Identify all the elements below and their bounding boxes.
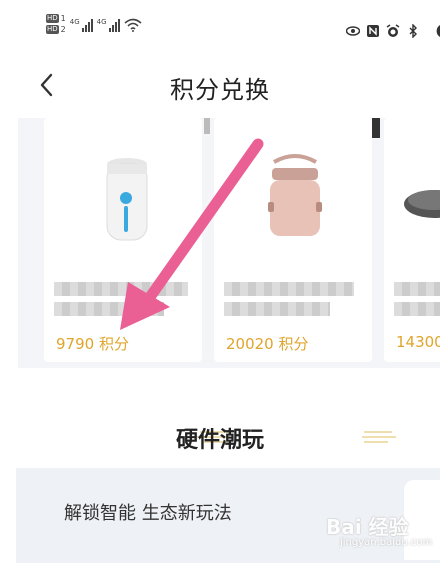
product-card[interactable]: 14300 — [384, 118, 440, 362]
product-card[interactable]: 9790 积分 — [44, 118, 202, 362]
product-carousel[interactable]: 9790 积分 20020 积分 14300 — [18, 118, 440, 368]
carousel-divider — [372, 118, 380, 138]
page-title: 积分兑换 — [170, 76, 270, 104]
product-name-blurred — [224, 282, 354, 296]
air-purifier-image — [106, 158, 148, 241]
lunch-box-image — [268, 154, 322, 236]
wifi-icon — [124, 18, 142, 32]
status-bar: HD 1 HD 2 4G 4G — [0, 0, 440, 52]
banner-text: 解锁智能 生态新玩法 — [64, 503, 232, 524]
eye-icon — [346, 26, 360, 36]
nfc-icon — [367, 25, 379, 37]
alarm-icon — [386, 24, 400, 37]
signal-icon-2: 4G — [97, 18, 120, 32]
hd-num: 1 — [60, 14, 66, 23]
product-name-blurred — [54, 282, 188, 296]
watermark-subtext: jingyan.baidu.com — [340, 537, 433, 548]
product-price: 14300 — [396, 333, 440, 351]
signal-label: 4G — [69, 18, 80, 26]
carousel-divider — [204, 118, 210, 134]
product-name-blurred — [54, 302, 164, 316]
wok-image — [404, 190, 440, 218]
hd-label: HD — [46, 14, 59, 23]
section-heading: 硬件潮玩 — [0, 420, 440, 456]
hd-badge-2: HD 2 — [46, 25, 66, 34]
product-name-blurred — [224, 302, 330, 316]
battery-icon — [436, 25, 440, 37]
product-name-blurred — [394, 282, 440, 296]
page-header: 积分兑换 — [0, 60, 440, 110]
decor-lines-right — [362, 431, 396, 443]
hd-badge-1: HD 1 — [46, 14, 66, 23]
product-price: 20020 积分 — [226, 335, 309, 353]
product-name-blurred — [394, 302, 440, 316]
signal-icon-1: 4G — [70, 18, 93, 32]
watermark-text: Bai 经验 — [326, 515, 409, 539]
bluetooth-icon — [409, 24, 417, 38]
product-card[interactable]: 20020 积分 — [214, 118, 372, 362]
product-price: 9790 积分 — [56, 335, 129, 353]
status-right — [346, 24, 440, 38]
hd-num: 2 — [60, 25, 66, 34]
signal-label: 4G — [96, 18, 107, 26]
hd-badges: HD 1 HD 2 — [46, 14, 66, 34]
baidu-watermark: Bai 经验 jingyan.baidu.com — [318, 505, 436, 559]
status-left: HD 1 HD 2 4G 4G — [46, 14, 142, 34]
hd-label: HD — [46, 25, 59, 34]
